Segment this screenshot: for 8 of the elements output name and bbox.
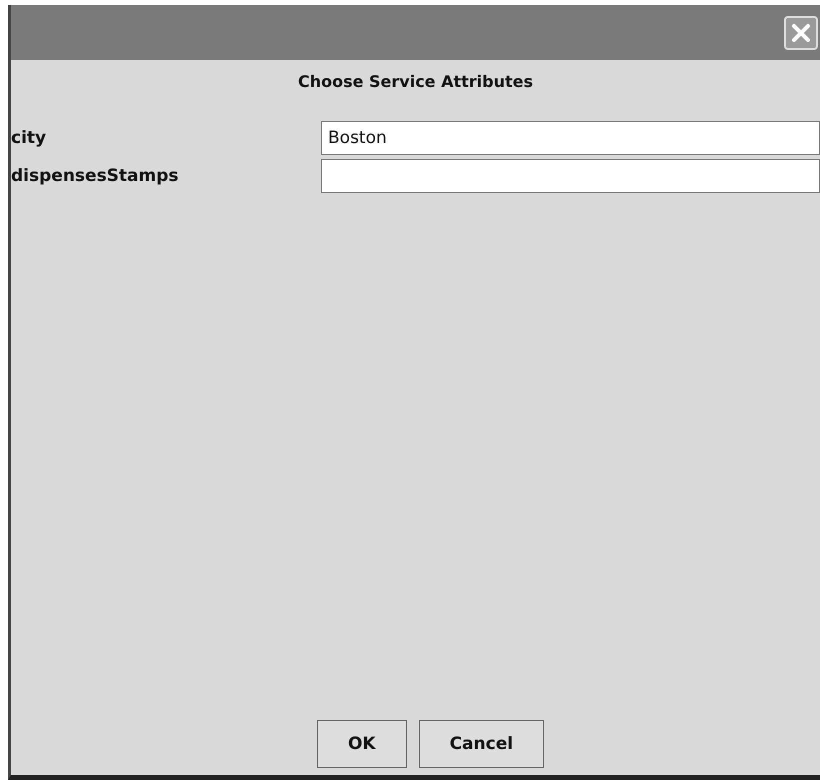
dialog-button[interactable]: Cancel [418,720,544,768]
field-label: dispensesStamps [11,166,180,186]
input-field[interactable] [321,159,820,193]
input-field[interactable]: Boston [321,121,820,155]
dialog-button[interactable]: OK [316,720,407,768]
dialog-heading: Choose Service Attributes [296,71,534,93]
field-label: city [11,128,48,148]
close-button[interactable] [784,16,818,50]
